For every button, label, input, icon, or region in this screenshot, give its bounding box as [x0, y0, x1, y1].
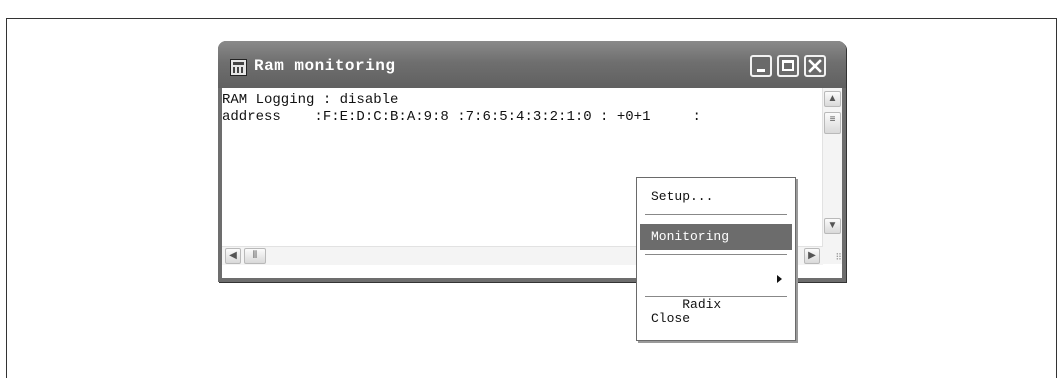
close-window-button[interactable] — [804, 55, 826, 77]
menu-separator — [645, 214, 787, 216]
scroll-left-button[interactable]: ◀ — [225, 248, 241, 264]
menu-item-setup[interactable]: Setup... — [640, 184, 792, 210]
horizontal-scroll-thumb[interactable]: ⦀ — [244, 248, 266, 264]
title-bar[interactable]: Ram monitoring — [218, 41, 846, 88]
logging-status-line: RAM Logging : disable — [222, 92, 399, 108]
grip-lines-icon: ≡ — [829, 114, 836, 125]
chevron-left-icon: ◀ — [229, 250, 237, 261]
vertical-scroll-thumb[interactable]: ≡ — [824, 112, 841, 134]
context-menu: Setup... Monitoring Radix Close — [636, 177, 796, 341]
chevron-up-icon: ▲ — [827, 93, 838, 104]
menu-separator — [645, 254, 787, 256]
close-icon — [808, 59, 822, 73]
scroll-up-button[interactable]: ▲ — [824, 91, 841, 107]
scroll-down-button[interactable]: ▼ — [824, 218, 841, 234]
grip-lines-icon: ⦀ — [252, 250, 258, 261]
maximize-button[interactable] — [777, 55, 799, 77]
menu-separator — [645, 296, 787, 298]
vertical-scrollbar[interactable]: ▲ ≡ ▼ — [822, 88, 842, 260]
resize-grip-icon[interactable]: ⠿ — [823, 246, 842, 264]
menu-item-close[interactable]: Close — [640, 306, 792, 332]
submenu-arrow-icon — [777, 275, 782, 283]
chevron-down-icon: ▼ — [827, 220, 838, 231]
menu-item-radix[interactable]: Radix — [640, 266, 792, 312]
scroll-right-button[interactable]: ▶ — [804, 248, 820, 264]
chevron-right-icon: ▶ — [808, 250, 816, 261]
window-title: Ram monitoring — [254, 57, 396, 75]
menu-item-monitoring[interactable]: Monitoring — [640, 224, 792, 250]
minimize-button[interactable] — [750, 55, 772, 77]
address-header-line: address :F:E:D:C:B:A:9:8 :7:6:5:4:3:2:1:… — [222, 109, 701, 125]
app-grid-icon[interactable] — [230, 59, 247, 76]
